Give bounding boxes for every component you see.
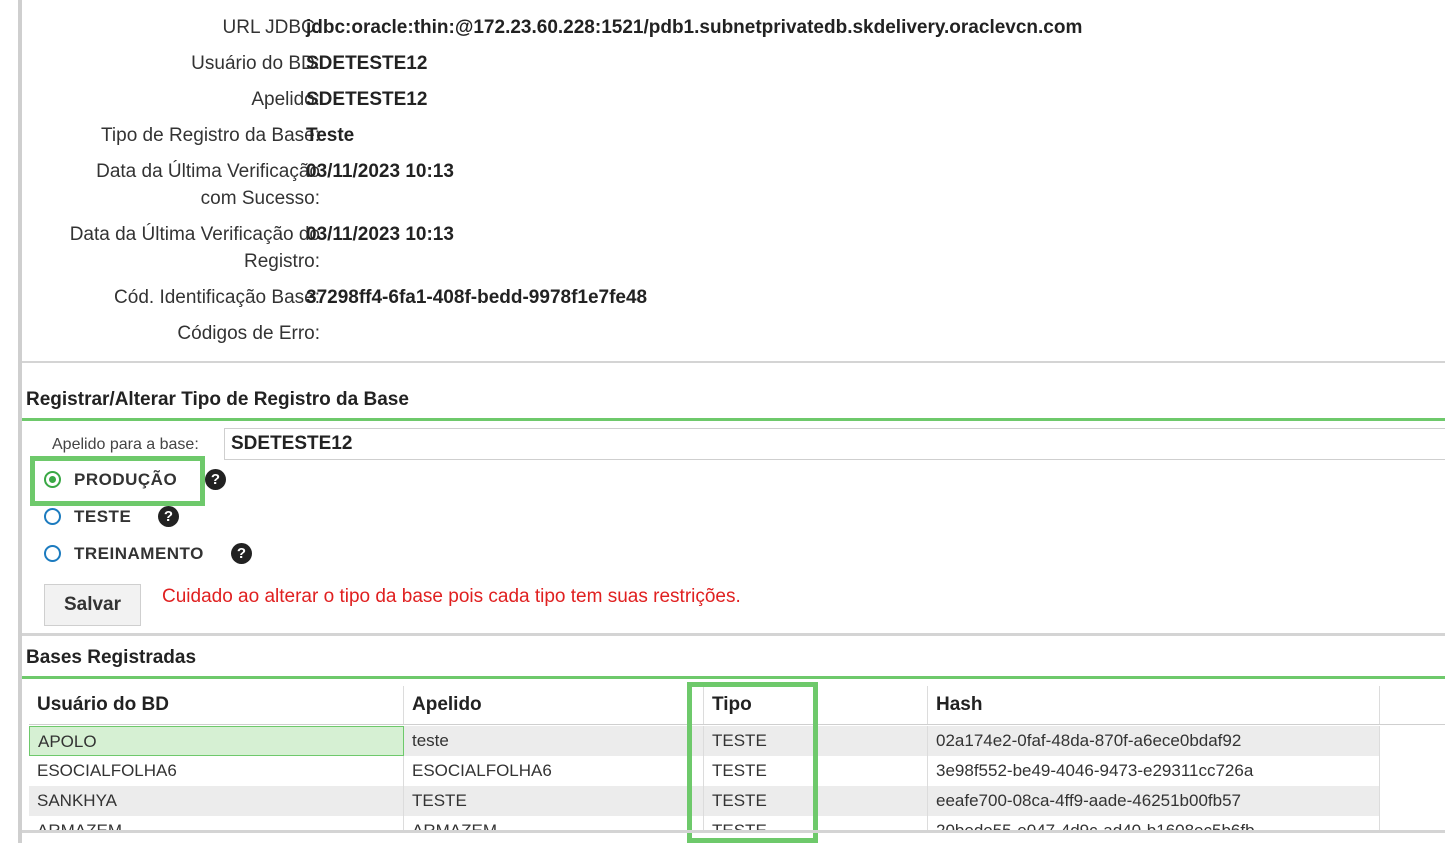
highlight-box-tipo-column: [687, 682, 818, 843]
table-cell[interactable]: 3e98f552-be49-4046-9473-e29311cc726a: [928, 756, 1380, 786]
table-cell[interactable]: ESOCIALFOLHA6: [29, 756, 404, 786]
radio-teste[interactable]: TESTE: [44, 506, 164, 532]
info-label: Cód. Identificação Base:: [114, 287, 320, 308]
info-label: Códigos de Erro:: [177, 323, 320, 344]
info-value: 03/11/2023 10:13: [306, 224, 454, 245]
table-cell[interactable]: TESTE: [404, 786, 704, 816]
warning-message: Cuidado ao alterar o tipo da base pois c…: [162, 586, 741, 607]
radio-unchecked-icon[interactable]: [44, 508, 61, 525]
radio-unchecked-icon[interactable]: [44, 545, 61, 562]
info-label: Apelido:: [251, 89, 320, 110]
column-header-hash[interactable]: Hash: [928, 686, 1380, 724]
column-header-db-user[interactable]: Usuário do BD: [29, 686, 404, 724]
column-header-alias[interactable]: Apelido: [404, 686, 704, 724]
table-cell[interactable]: teste: [404, 726, 704, 756]
alias-label: Apelido para a base:: [52, 436, 199, 453]
info-value: SDETESTE12: [306, 53, 428, 74]
base-info-panel: URL JDBC: jdbc:oracle:thin:@172.23.60.22…: [22, 0, 1445, 362]
table-cell[interactable]: eeafe700-08ca-4ff9-aade-46251b00fb57: [928, 786, 1380, 816]
divider: [22, 633, 1445, 636]
highlight-box-producao: [30, 456, 205, 506]
radio-treinamento[interactable]: TREINAMENTO: [44, 543, 224, 569]
info-label-line: com Sucesso:: [200, 188, 320, 209]
table-cell[interactable]: APOLO: [29, 726, 404, 756]
info-value: Teste: [306, 125, 355, 146]
info-label: Data da Última Verificação do Registro:: [30, 221, 320, 275]
help-icon[interactable]: ?: [205, 469, 226, 490]
scroll-edge: [22, 830, 1445, 833]
help-icon[interactable]: ?: [158, 506, 179, 527]
info-value: 03/11/2023 10:13: [306, 161, 454, 182]
divider: [22, 361, 1445, 363]
table-cell[interactable]: ESOCIALFOLHA6: [404, 756, 704, 786]
alias-input[interactable]: [224, 428, 1445, 460]
info-value: jdbc:oracle:thin:@172.23.60.228:1521/pdb…: [306, 17, 1083, 38]
register-section-header: Registrar/Alterar Tipo de Registro da Ba…: [22, 380, 1445, 421]
info-label-line: Registro:: [243, 251, 320, 272]
table-cell[interactable]: ARMAZEM: [404, 816, 704, 830]
help-icon[interactable]: ?: [231, 543, 252, 564]
radio-label: TREINAMENTO: [74, 544, 204, 563]
table-cell[interactable]: 20bede55-e047-4d9c-ad40-b1608ec5b6fb: [928, 816, 1380, 830]
info-value: 37298ff4-6fa1-408f-bedd-9978f1e7fe48: [306, 287, 648, 308]
info-label: Data da Última Verificação com Sucesso:: [30, 158, 320, 212]
section-title: Bases Registradas: [26, 647, 197, 668]
info-label-line: Data da Última Verificação do: [69, 224, 320, 245]
info-label: Usuário do BD:: [191, 53, 320, 74]
info-label: Tipo de Registro da Base:: [101, 125, 320, 146]
info-label-line: Data da Última Verificação: [96, 161, 320, 182]
section-title: Registrar/Alterar Tipo de Registro da Ba…: [26, 389, 409, 410]
radio-label: TESTE: [74, 507, 132, 526]
info-value: SDETESTE12: [306, 89, 428, 110]
table-cell[interactable]: ARMAZEM: [29, 816, 404, 830]
table-cell[interactable]: 02a174e2-0faf-48da-870f-a6ece0bdaf92: [928, 726, 1380, 756]
bases-section-header: Bases Registradas: [22, 638, 1445, 679]
table-cell[interactable]: SANKHYA: [29, 786, 404, 816]
save-button[interactable]: Salvar: [44, 584, 141, 626]
info-label: URL JDBC:: [222, 17, 320, 38]
